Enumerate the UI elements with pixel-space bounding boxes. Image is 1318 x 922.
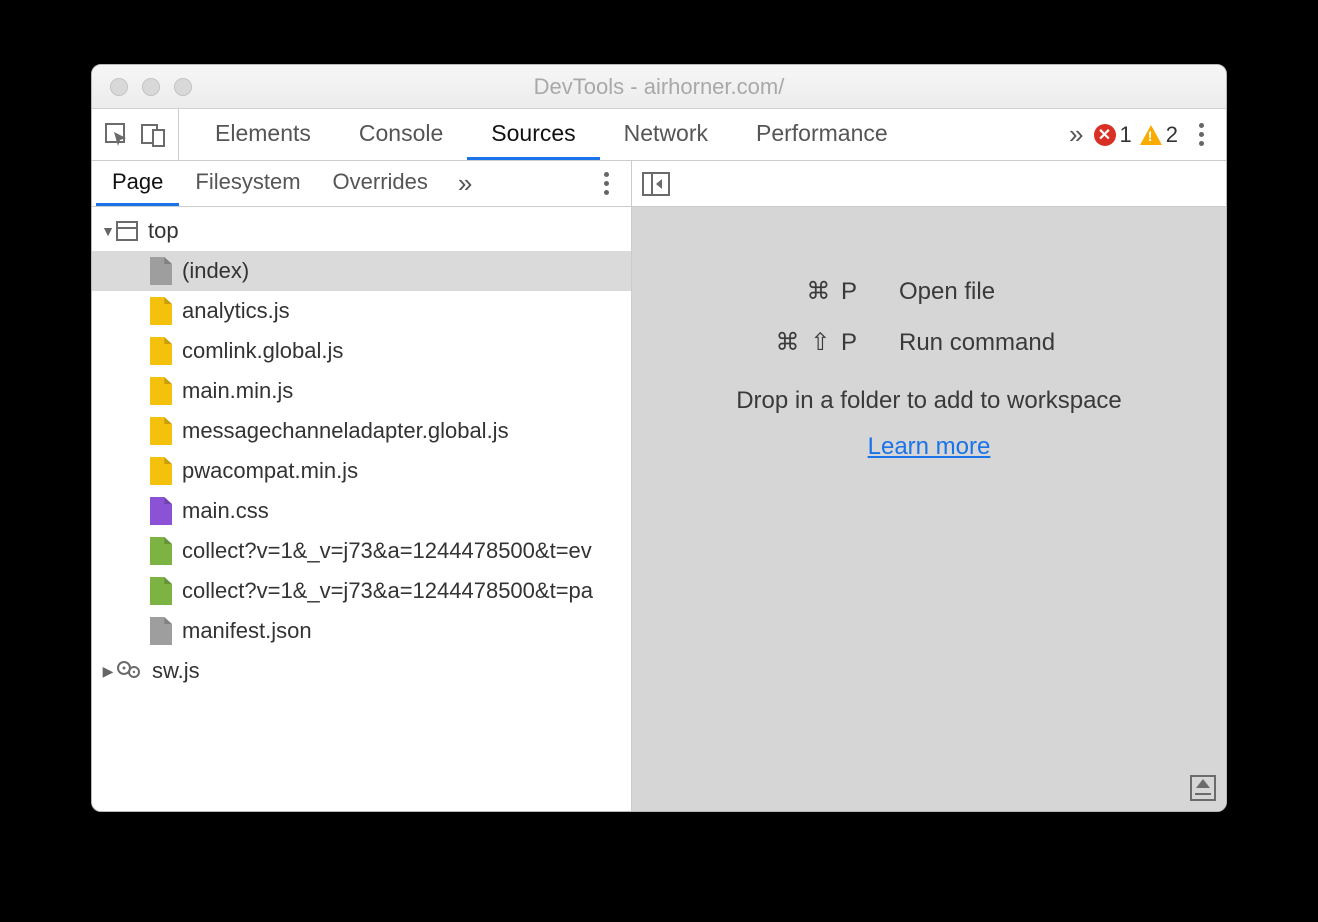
errors-count: 1 — [1120, 122, 1132, 148]
service-worker-icon — [116, 657, 142, 685]
file-icon — [150, 617, 172, 645]
tree-label: top — [148, 218, 179, 244]
shortcut-run-command: ⌘ ⇧ P Run command — [719, 328, 1139, 357]
file-icon — [150, 297, 172, 325]
tree-file[interactable]: pwacompat.min.js — [92, 451, 631, 491]
tree-file[interactable]: analytics.js — [92, 291, 631, 331]
errors-badge[interactable]: ✕ 1 — [1094, 122, 1132, 148]
tree-label: main.css — [182, 498, 269, 524]
warnings-count: 2 — [1166, 122, 1178, 148]
file-icon — [150, 257, 172, 285]
file-icon — [150, 497, 172, 525]
shortcut-open-file: ⌘ P Open file — [719, 277, 1139, 306]
navigator-tabs-overflow-icon[interactable]: » — [448, 161, 482, 206]
file-icon — [150, 417, 172, 445]
titlebar: DevTools - airhorner.com/ — [92, 65, 1226, 109]
tree-file[interactable]: main.min.js — [92, 371, 631, 411]
tree-label: analytics.js — [182, 298, 290, 324]
tree-file[interactable]: main.css — [92, 491, 631, 531]
navigator-tab-page[interactable]: Page — [96, 161, 179, 206]
file-tree: ▼ top(index) analytics.js comlink.global.js… — [92, 207, 631, 811]
editor-empty-state: ⌘ P Open file ⌘ ⇧ P Run command Drop in … — [632, 207, 1226, 811]
drawer-toggle-icon[interactable] — [1190, 775, 1216, 801]
main-tabs: ElementsConsoleSourcesNetworkPerformance — [191, 109, 1059, 160]
device-toolbar-icon[interactable] — [140, 122, 166, 148]
tab-network[interactable]: Network — [600, 109, 732, 160]
run-command-label: Run command — [899, 329, 1055, 357]
window-title: DevTools - airhorner.com/ — [92, 74, 1226, 100]
drop-folder-message: Drop in a folder to add to workspace — [736, 387, 1122, 415]
run-command-keys: ⌘ ⇧ P — [719, 328, 899, 357]
editor-pane: ⌘ P Open file ⌘ ⇧ P Run command Drop in … — [632, 161, 1226, 811]
settings-menu-icon[interactable] — [1186, 123, 1216, 146]
main-tabbar: ElementsConsoleSourcesNetworkPerformance… — [92, 109, 1226, 161]
tree-label: messagechanneladapter.global.js — [182, 418, 509, 444]
traffic-lights — [92, 78, 192, 96]
tabs-overflow-icon[interactable]: » — [1059, 109, 1093, 160]
file-icon — [150, 457, 172, 485]
tree-worker-sw[interactable]: ▶ sw.js — [92, 651, 631, 691]
tab-sources[interactable]: Sources — [467, 109, 599, 160]
tree-label: collect?v=1&_v=j73&a=1244478500&t=ev — [182, 538, 592, 564]
expand-arrow-icon: ▼ — [100, 223, 116, 239]
tree-file[interactable]: collect?v=1&_v=j73&a=1244478500&t=ev — [92, 531, 631, 571]
learn-more-link[interactable]: Learn more — [868, 433, 991, 461]
tree-file[interactable]: messagechanneladapter.global.js — [92, 411, 631, 451]
tab-console[interactable]: Console — [335, 109, 467, 160]
tree-label: sw.js — [152, 658, 200, 684]
navigator-tab-overrides[interactable]: Overrides — [317, 161, 444, 206]
file-icon — [150, 377, 172, 405]
tree-file[interactable]: manifest.json — [92, 611, 631, 651]
open-file-label: Open file — [899, 278, 995, 306]
tree-label: (index) — [182, 258, 249, 284]
navigator-tabs: PageFilesystemOverrides » — [92, 161, 631, 207]
inspect-element-icon[interactable] — [104, 122, 130, 148]
tree-frame-top[interactable]: ▼ top — [92, 211, 631, 251]
open-file-keys: ⌘ P — [719, 277, 899, 306]
devtools-window: DevTools - airhorner.com/ ElementsConsol… — [91, 64, 1227, 812]
toggle-navigator-icon[interactable] — [642, 172, 670, 196]
tree-label: collect?v=1&_v=j73&a=1244478500&t=pa — [182, 578, 593, 604]
error-icon: ✕ — [1094, 124, 1116, 146]
tab-elements[interactable]: Elements — [191, 109, 335, 160]
file-icon — [150, 577, 172, 605]
close-window-button[interactable] — [110, 78, 128, 96]
minimize-window-button[interactable] — [142, 78, 160, 96]
expand-arrow-icon: ▶ — [100, 663, 116, 680]
navigator-tab-filesystem[interactable]: Filesystem — [179, 161, 316, 206]
navigator-menu-icon[interactable] — [591, 172, 621, 195]
tree-label: comlink.global.js — [182, 338, 343, 364]
tab-performance[interactable]: Performance — [732, 109, 912, 160]
tree-file[interactable]: (index) — [92, 251, 631, 291]
tree-file[interactable]: comlink.global.js — [92, 331, 631, 371]
editor-header — [632, 161, 1226, 207]
file-icon — [150, 537, 172, 565]
tree-file[interactable]: collect?v=1&_v=j73&a=1244478500&t=pa — [92, 571, 631, 611]
navigator-pane: PageFilesystemOverrides » ▼ top(index) ana… — [92, 161, 632, 811]
tree-label: pwacompat.min.js — [182, 458, 358, 484]
warning-icon — [1140, 125, 1162, 145]
file-icon — [150, 337, 172, 365]
zoom-window-button[interactable] — [174, 78, 192, 96]
warnings-badge[interactable]: 2 — [1140, 122, 1178, 148]
frame-icon — [116, 221, 138, 241]
tree-label: main.min.js — [182, 378, 293, 404]
tree-label: manifest.json — [182, 618, 312, 644]
